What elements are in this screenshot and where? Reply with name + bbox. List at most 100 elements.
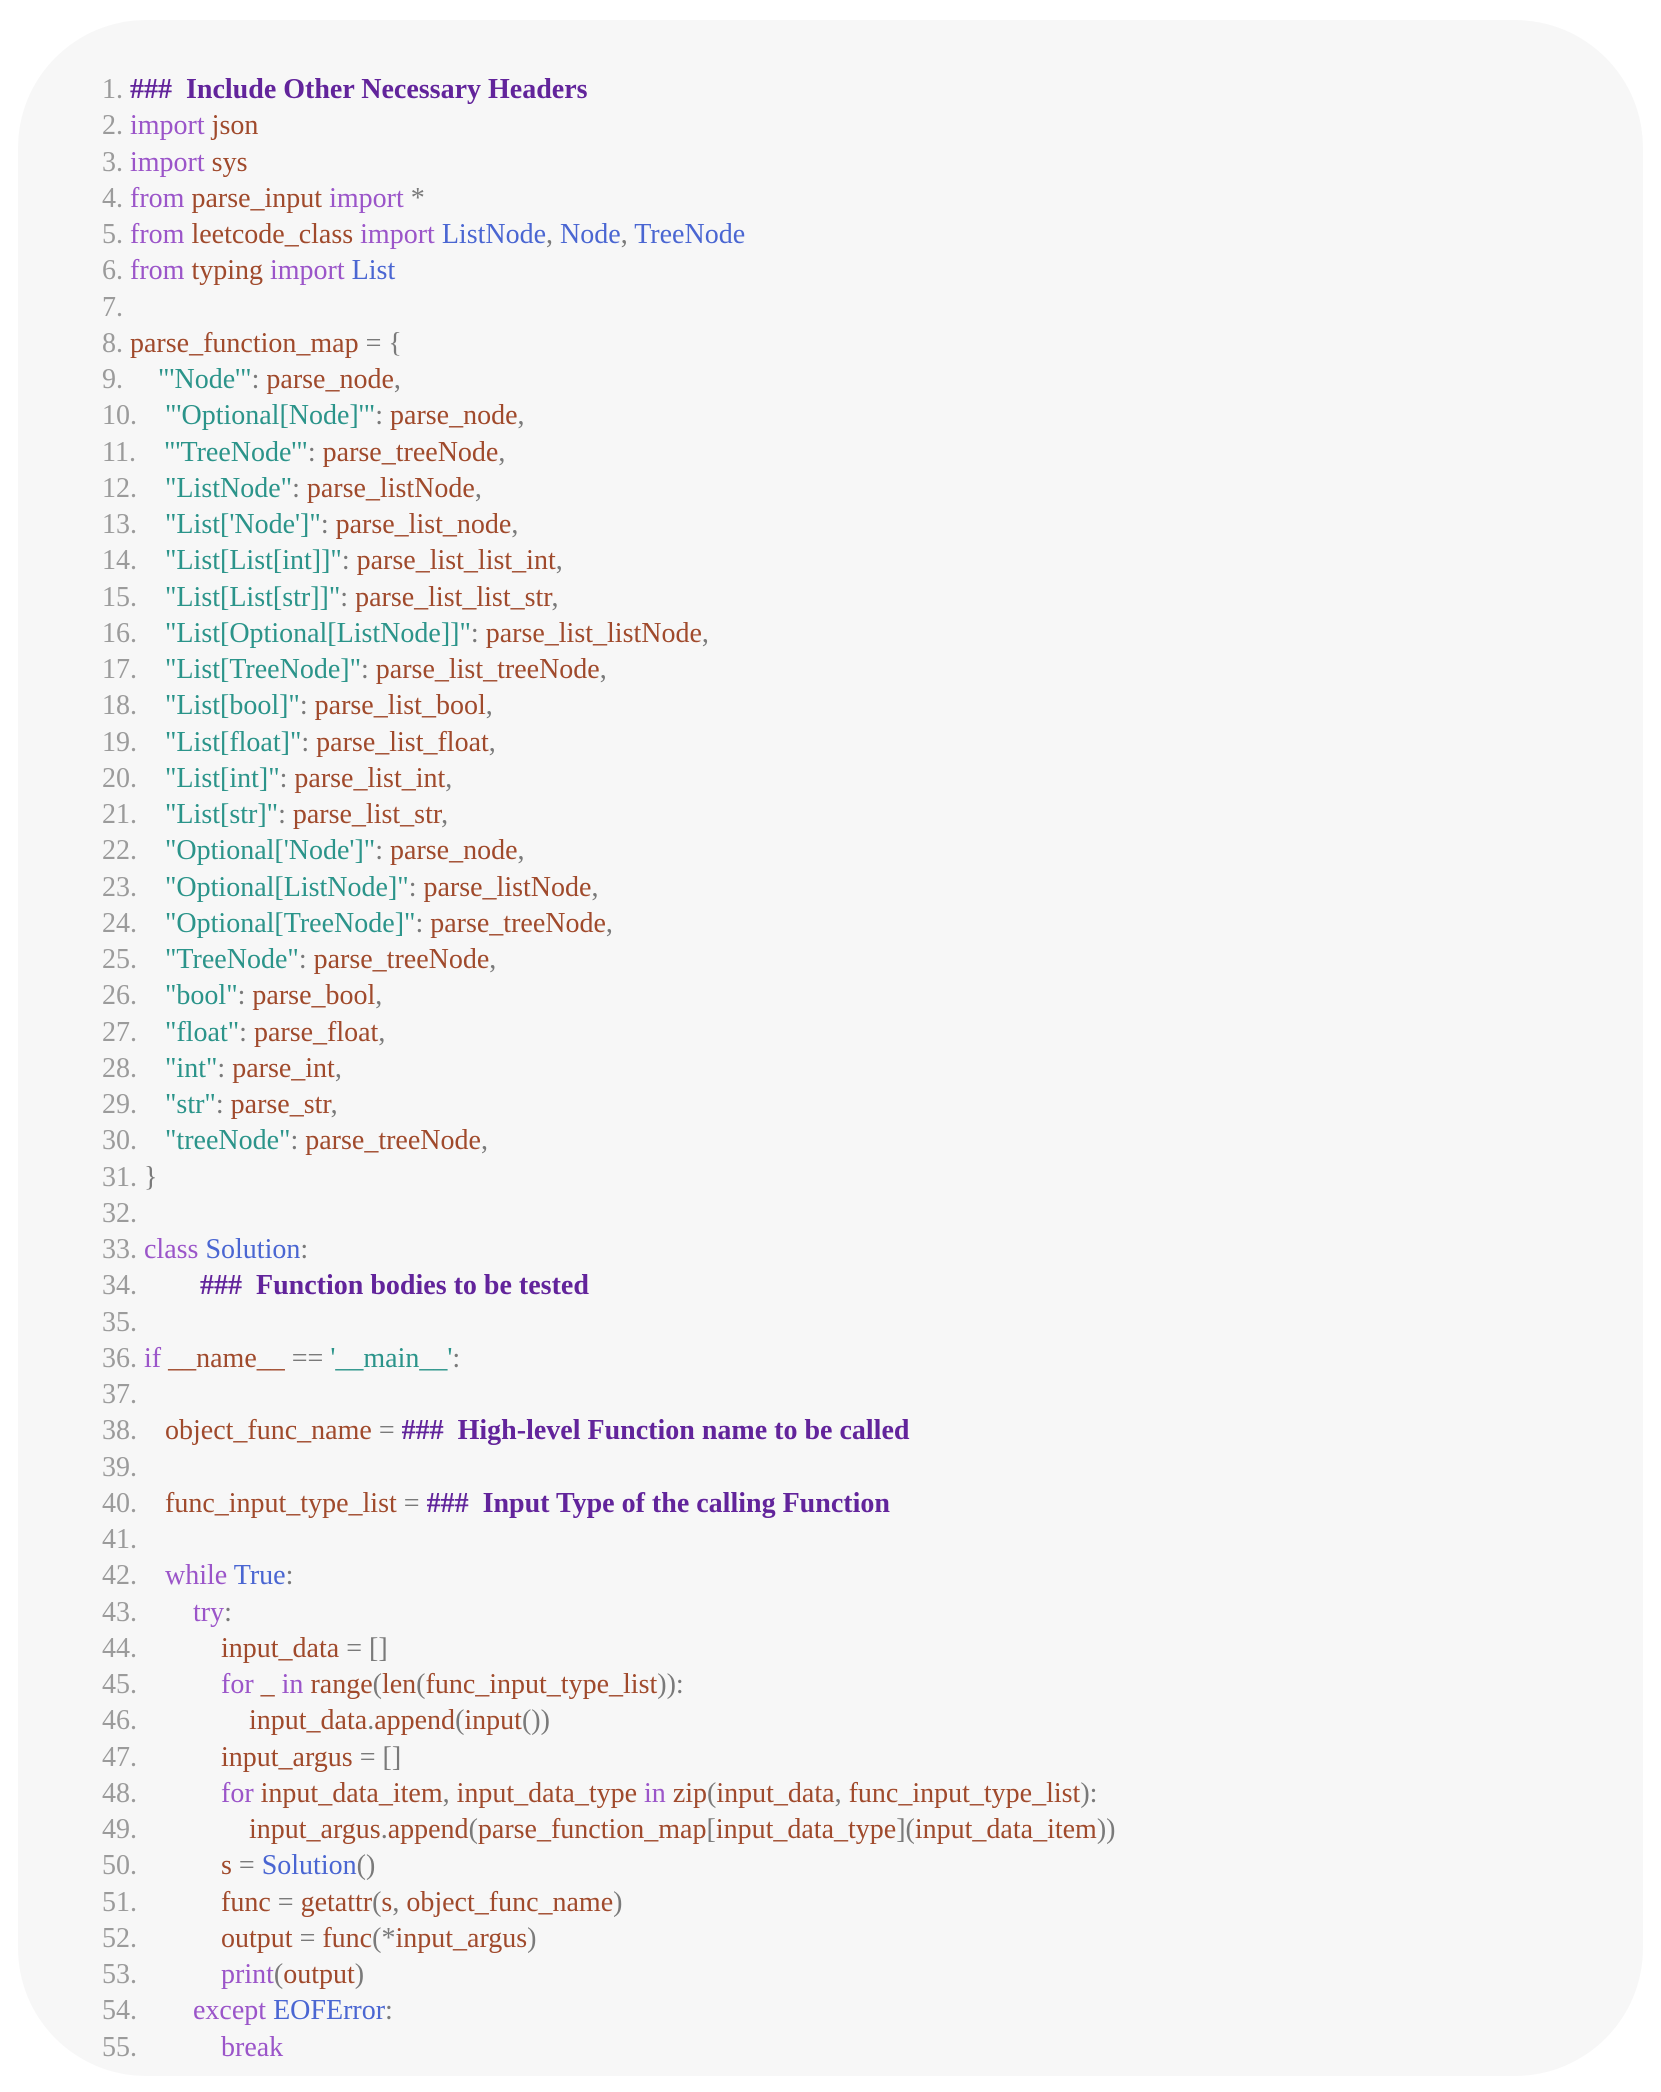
code-token: in [281,1669,311,1700]
line-number: 41. [102,1524,144,1555]
code-token: , [605,907,613,939]
line-number: 54. [102,1995,193,2027]
line-number: 55. [102,2031,221,2063]
code-token: ( [468,1814,478,1845]
code-token: == [291,1342,331,1374]
code-line: 54. except EOFError: [102,1993,1603,2029]
line-number: 7. [102,291,130,323]
code-token: input_data_type [456,1777,645,1809]
code-token: : [215,1089,231,1120]
code-token: for [221,1777,261,1809]
code-line: 33. class Solution: [102,1232,1603,1268]
code-line: 22. "Optional['Node']": parse_node, [102,833,1603,869]
line-number: 46. [102,1705,249,1737]
code-token: s [381,1886,393,1918]
code-token: , [392,1886,407,1918]
code-token: "List[bool]" [165,690,300,722]
code-token: getattr [300,1886,373,1918]
code-token: : [237,980,253,1012]
code-token: , [517,400,525,432]
line-number: 34. [102,1270,200,1302]
code-token: , [620,219,635,250]
code-token: parse_treeNode [430,907,606,939]
code-line: 5. from leetcode_class import ListNode, … [102,217,1603,253]
line-number: 47. [102,1741,221,1773]
code-token: input_data [249,1705,368,1737]
line-number: 28. [102,1052,165,1084]
code-token: parse_input [191,182,330,214]
code-token: : [301,726,317,758]
code-token: [ [706,1814,716,1845]
code-token: , [378,1016,386,1048]
line-number: 26. [102,980,165,1012]
code-token: ( [372,1669,382,1700]
code-line: 29. "str": parse_str, [102,1087,1603,1123]
code-line: 40. func_input_type_list = ### Input Typ… [102,1486,1603,1522]
line-number: 40. [102,1487,165,1519]
code-line: 35. [102,1305,1603,1341]
line-number: 48. [102,1777,221,1809]
code-token: , [480,1125,488,1157]
line-number: 12. [102,472,165,504]
code-token: parse_function_map [477,1814,707,1845]
code-line: 23. "Optional[ListNode]": parse_listNode… [102,870,1603,906]
code-token: ### Include Other Necessary Headers [130,74,588,105]
code-token: output [283,1959,355,1990]
code-token: ) [354,1959,365,1990]
code-token: func_input_type_list [848,1777,1081,1809]
code-token: "TreeNode" [165,944,299,975]
code-line: 31. } [102,1160,1603,1196]
code-token: import [329,182,411,214]
code-token: "'Node'" [158,364,252,395]
line-number: 25. [102,944,165,975]
code-token: import [270,255,352,287]
code-line: 47. input_argus = [] [102,1740,1603,1776]
code-token: ### Function bodies to be tested [200,1270,589,1302]
code-token: List [351,255,396,287]
code-token: } [144,1161,158,1193]
code-token: : [251,364,267,395]
code-token: parse_list_listNode [485,617,702,649]
line-number: 49. [102,1814,249,1845]
code-token: ### High-level Function name to be calle… [401,1415,910,1447]
code-line: 44. input_data = [] [102,1631,1603,1667]
line-number: 6. [102,255,130,287]
code-line: 19. "List[float]": parse_list_float, [102,725,1603,761]
code-token: s [221,1850,239,1882]
code-token: = [] [359,1741,402,1773]
code-token: typing [191,255,270,287]
code-token: if [144,1342,169,1374]
code-token: parse_list_node [335,509,512,540]
code-token: : [299,690,315,722]
code-token: ( [707,1777,717,1809]
code-token: "List[str]" [165,799,279,830]
code-token: )) [1096,1814,1116,1845]
line-number: 29. [102,1089,165,1120]
code-token: ( [273,1959,284,1990]
code-line: 51. func = getattr(s, object_func_name) [102,1885,1603,1921]
code-token: , [701,617,709,649]
code-token: func_input_type_list [165,1487,404,1519]
code-line: 24. "Optional[TreeNode]": parse_treeNode… [102,906,1603,942]
code-token: : [239,1016,254,1048]
code-token: "List[Optional[ListNode]]" [165,617,471,649]
code-token: ): [1080,1777,1098,1809]
line-number: 53. [102,1959,221,1990]
code-token: object_func_name [165,1415,379,1447]
code-token: , [334,1052,342,1084]
code-line: 10. "'Optional[Node]'": parse_node, [102,398,1603,434]
code-token: , [551,581,559,613]
code-token: , [485,690,493,722]
line-number: 5. [102,219,130,250]
code-token: sys [211,146,248,178]
line-number: 43. [102,1596,193,1628]
code-line: 8. parse_function_map = { [102,326,1603,362]
code-token: "int" [165,1052,218,1084]
code-token: input_data_item [914,1814,1097,1845]
code-token: "List[List[int]]" [165,545,342,577]
code-line: 20. "List[int]": parse_list_int, [102,761,1603,797]
code-token: except [193,1995,274,2027]
code-token: , [489,944,497,975]
code-line: 4. from parse_input import * [102,181,1603,217]
code-token: in [644,1777,673,1809]
